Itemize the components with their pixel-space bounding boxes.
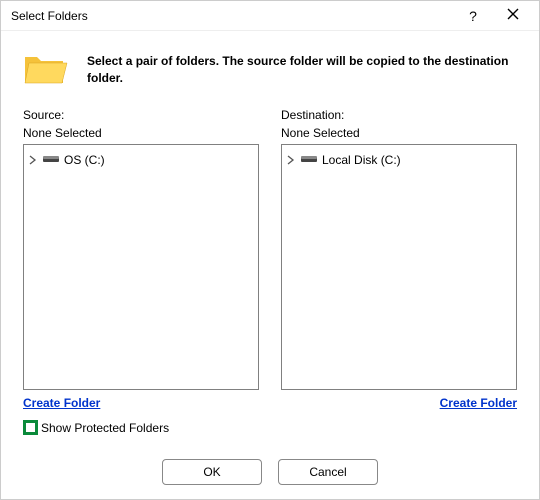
intro-row: Select a pair of folders. The source fol… — [23, 49, 517, 90]
close-icon — [507, 8, 519, 23]
destination-tree-item[interactable]: Local Disk (C:) — [286, 151, 512, 169]
drive-icon — [43, 155, 59, 165]
drive-icon — [301, 155, 317, 165]
help-icon: ? — [469, 8, 477, 24]
chevron-right-icon[interactable] — [286, 154, 296, 166]
destination-tree[interactable]: Local Disk (C:) — [281, 144, 517, 390]
show-protected-checkbox[interactable] — [23, 420, 38, 435]
window-title: Select Folders — [11, 9, 88, 23]
cancel-button[interactable]: Cancel — [278, 459, 378, 485]
help-button[interactable]: ? — [453, 2, 493, 30]
titlebar: Select Folders ? — [1, 1, 539, 31]
ok-button[interactable]: OK — [162, 459, 262, 485]
destination-status: None Selected — [281, 126, 517, 140]
source-create-folder-link[interactable]: Create Folder — [23, 396, 100, 410]
panels: Source: None Selected OS (C:) Create Fol… — [23, 108, 517, 410]
folder-icon — [23, 49, 69, 90]
source-tree[interactable]: OS (C:) — [23, 144, 259, 390]
protected-row: Show Protected Folders — [23, 420, 517, 435]
source-status: None Selected — [23, 126, 259, 140]
source-label: Source: — [23, 108, 259, 122]
destination-create-folder-link[interactable]: Create Folder — [440, 396, 517, 410]
dialog-content: Select a pair of folders. The source fol… — [1, 31, 539, 447]
button-bar: OK Cancel — [1, 447, 539, 499]
destination-panel: Destination: None Selected Local Disk (C… — [281, 108, 517, 410]
destination-label: Destination: — [281, 108, 517, 122]
chevron-right-icon[interactable] — [28, 154, 38, 166]
source-panel: Source: None Selected OS (C:) Create Fol… — [23, 108, 259, 410]
destination-root-label: Local Disk (C:) — [322, 153, 401, 167]
source-root-label: OS (C:) — [64, 153, 105, 167]
intro-text: Select a pair of folders. The source fol… — [87, 53, 517, 85]
show-protected-label: Show Protected Folders — [41, 421, 169, 435]
close-button[interactable] — [493, 2, 533, 30]
source-tree-item[interactable]: OS (C:) — [28, 151, 254, 169]
